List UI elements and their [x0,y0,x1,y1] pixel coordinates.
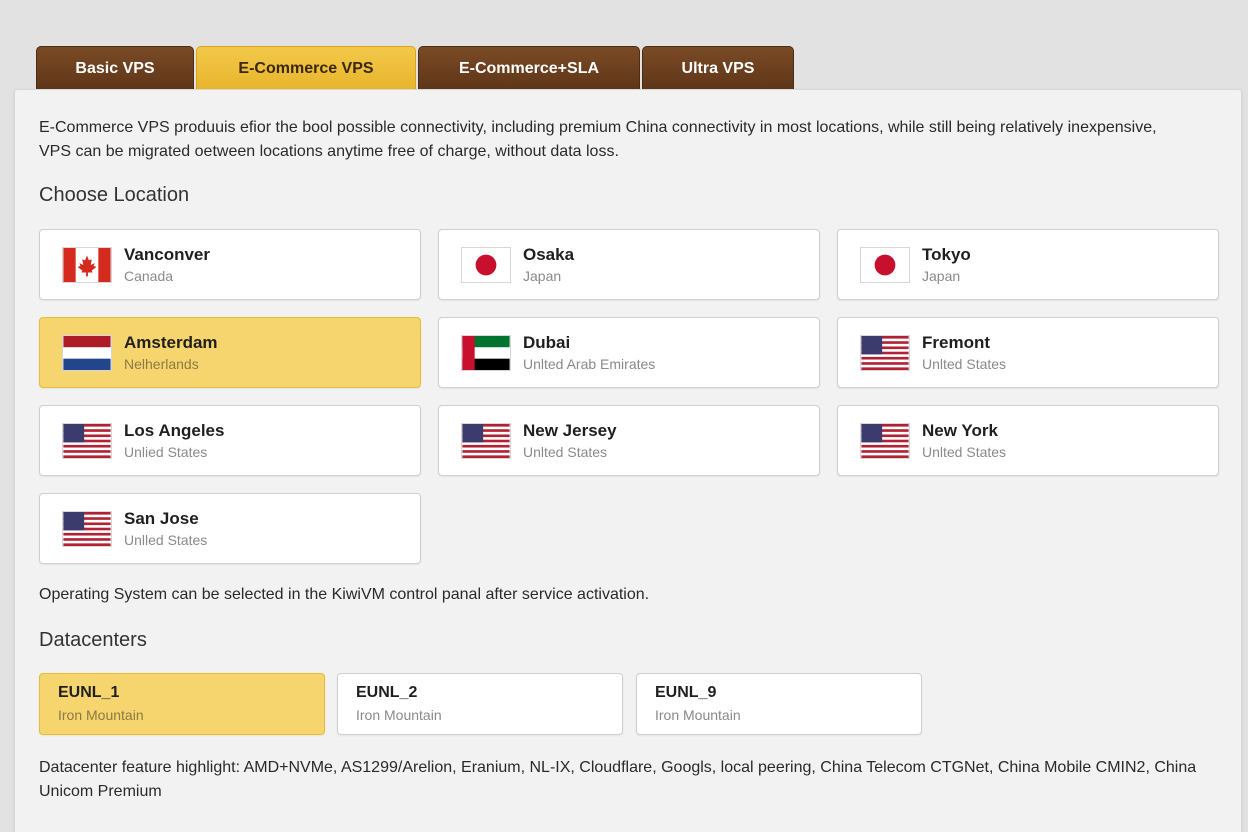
datacenter-eunl-9[interactable]: EUNL_9 Iron Mountain [636,673,922,735]
choose-location-heading: Choose Location [39,184,190,206]
location-country: Unlied States [124,444,208,460]
location-los-angeles[interactable]: Los Angeles Unlied States [39,405,421,476]
datacenter-provider: Iron Mountain [356,707,442,723]
datacenters-heading: Datacenters [39,629,147,651]
location-country: Unlled States [124,532,208,548]
os-note: Operating System can be selected in the … [39,586,650,603]
location-city: Tokyo [922,245,971,264]
uae-flag-icon [461,335,511,371]
location-city: Dubai [523,333,571,352]
location-dubai[interactable]: Dubai Unlted Arab Emirates [438,317,820,388]
tab-ultra-vps[interactable]: Ultra VPS [642,46,794,90]
location-vancouver[interactable]: Vanconver Canada [39,229,421,300]
location-tokyo[interactable]: Tokyo Japan [837,229,1219,300]
us-flag-icon [62,511,112,547]
location-country: Unlted Arab Emirates [523,356,656,372]
location-san-jose[interactable]: San Jose Unlled States [39,493,421,564]
datacenter-eunl-1[interactable]: EUNL_1 Iron Mountain [39,673,325,735]
location-city: Amsterdam [124,333,218,352]
tab-basic-vps[interactable]: Basic VPS [36,46,194,90]
location-city: Fremont [922,333,990,352]
canada-flag-icon [62,247,112,283]
japan-flag-icon [860,247,910,283]
us-flag-icon [62,423,112,459]
location-country: Unlted States [523,444,608,460]
location-country: Nelherlands [124,356,199,372]
location-country: Japan [523,268,562,284]
datacenter-name: EUNL_2 [356,684,418,701]
product-panel: E-Commerce VPS produuis efior the bool p… [14,89,1242,832]
datacenter-highlight: Datacenter feature highlight: AMD+NVMe, … [39,759,1197,800]
location-fremont[interactable]: Fremont Unlted States [837,317,1219,388]
datacenter-eunl-2[interactable]: EUNL_2 Iron Mountain [337,673,623,735]
datacenter-name: EUNL_9 [655,684,717,701]
us-flag-icon [461,423,511,459]
location-amsterdam[interactable]: Amsterdam Nelherlands [39,317,421,388]
datacenter-name: EUNL_1 [58,684,120,701]
us-flag-icon [860,335,910,371]
datacenter-provider: Iron Mountain [655,707,741,723]
location-city: San Jose [124,509,199,528]
location-city: Osaka [523,245,575,264]
location-osaka[interactable]: Osaka Japan [438,229,820,300]
location-new-york[interactable]: New York Unlted States [837,405,1219,476]
location-city: Los Angeles [124,421,225,440]
location-country: Canada [124,268,174,284]
product-tabs: Basic VPS E-Commerce VPS E-Commerce+SLA … [36,46,794,90]
us-flag-icon [860,423,910,459]
product-description: E-Commerce VPS produuis efior the bool p… [39,119,1157,160]
tab-e-commerce-sla[interactable]: E-Commerce+SLA [418,46,640,90]
datacenter-provider: Iron Mountain [58,707,144,723]
netherlands-flag-icon [62,335,112,371]
location-city: Vanconver [124,245,210,264]
location-country: Unlted States [922,444,1007,460]
japan-flag-icon [461,247,511,283]
location-city: New York [922,421,998,440]
location-country: Unlted States [922,356,1007,372]
location-new-jersey[interactable]: New Jersey Unlted States [438,405,820,476]
location-city: New Jersey [523,421,617,440]
location-country: Japan [922,268,961,284]
tab-e-commerce-vps[interactable]: E-Commerce VPS [196,46,416,90]
